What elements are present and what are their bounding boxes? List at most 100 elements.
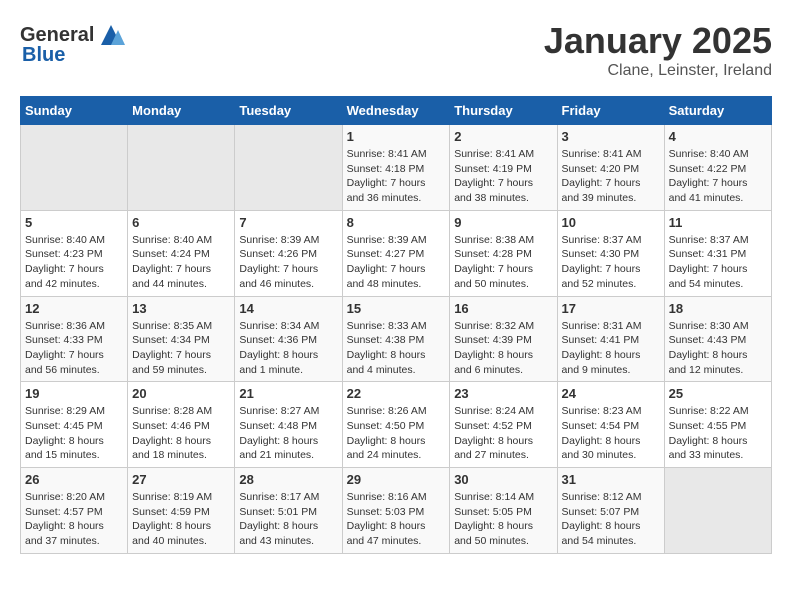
logo: General Blue [20,20,126,67]
day-info: Sunrise: 8:26 AM Sunset: 4:50 PM Dayligh… [347,404,446,463]
day-number: 10 [562,215,660,230]
day-info: Sunrise: 8:41 AM Sunset: 4:18 PM Dayligh… [347,147,446,206]
calendar-cell: 26 Sunrise: 8:20 AM Sunset: 4:57 PM Dayli… [21,468,128,554]
title-section: January 2025 Clane, Leinster, Ireland [544,20,772,80]
header-tuesday: Tuesday [235,97,342,125]
calendar-week-4: 19Sunrise: 8:29 AM Sunset: 4:45 PM Dayli… [21,382,772,468]
calendar-cell: 6 Sunrise: 8:40 AM Sunset: 4:24 PM Daylig… [128,210,235,296]
day-info: Sunrise: 8:34 AM Sunset: 4:36 PM Dayligh… [239,319,337,378]
day-info: Sunrise: 8:19 AM Sunset: 4:59 PM Dayligh… [132,490,230,549]
day-number: 14 [239,301,337,316]
day-number: 9 [454,215,552,230]
day-info: Sunrise: 8:39 AM Sunset: 4:27 PM Dayligh… [347,233,446,292]
day-number: 31 [562,472,660,487]
calendar-cell: 8 Sunrise: 8:39 AM Sunset: 4:27 PM Daylig… [342,210,450,296]
day-number: 7 [239,215,337,230]
calendar-cell: 28 Sunrise: 8:17 AM Sunset: 5:01 PM Dayli… [235,468,342,554]
calendar-cell [128,125,235,211]
day-info: Sunrise: 8:20 AM Sunset: 4:57 PM Dayligh… [25,490,123,549]
calendar-cell: 5Sunrise: 8:40 AM Sunset: 4:23 PM Daylig… [21,210,128,296]
day-info: Sunrise: 8:40 AM Sunset: 4:23 PM Dayligh… [25,233,123,292]
day-info: Sunrise: 8:40 AM Sunset: 4:22 PM Dayligh… [669,147,767,206]
day-number: 16 [454,301,552,316]
day-number: 17 [562,301,660,316]
day-number: 28 [239,472,337,487]
calendar-header-row: SundayMondayTuesdayWednesdayThursdayFrid… [21,97,772,125]
day-info: Sunrise: 8:36 AM Sunset: 4:33 PM Dayligh… [25,319,123,378]
day-number: 20 [132,386,230,401]
calendar-week-2: 5Sunrise: 8:40 AM Sunset: 4:23 PM Daylig… [21,210,772,296]
day-info: Sunrise: 8:32 AM Sunset: 4:39 PM Dayligh… [454,319,552,378]
day-info: Sunrise: 8:16 AM Sunset: 5:03 PM Dayligh… [347,490,446,549]
day-info: Sunrise: 8:37 AM Sunset: 4:30 PM Dayligh… [562,233,660,292]
header-wednesday: Wednesday [342,97,450,125]
day-info: Sunrise: 8:39 AM Sunset: 4:26 PM Dayligh… [239,233,337,292]
header-monday: Monday [128,97,235,125]
day-info: Sunrise: 8:29 AM Sunset: 4:45 PM Dayligh… [25,404,123,463]
day-number: 26 [25,472,123,487]
header-thursday: Thursday [450,97,557,125]
calendar-cell: 30Sunrise: 8:14 AM Sunset: 5:05 PM Dayli… [450,468,557,554]
day-number: 2 [454,129,552,144]
calendar-cell: 11 Sunrise: 8:37 AM Sunset: 4:31 PM Dayli… [664,210,771,296]
day-info: Sunrise: 8:41 AM Sunset: 4:19 PM Dayligh… [454,147,552,206]
calendar-cell: 16 Sunrise: 8:32 AM Sunset: 4:39 PM Dayli… [450,296,557,382]
calendar-cell: 25Sunrise: 8:22 AM Sunset: 4:55 PM Dayli… [664,382,771,468]
day-info: Sunrise: 8:38 AM Sunset: 4:28 PM Dayligh… [454,233,552,292]
day-info: Sunrise: 8:37 AM Sunset: 4:31 PM Dayligh… [669,233,767,292]
calendar-cell: 17Sunrise: 8:31 AM Sunset: 4:41 PM Dayli… [557,296,664,382]
calendar-cell [235,125,342,211]
calendar-table: SundayMondayTuesdayWednesdayThursdayFrid… [20,96,772,554]
calendar-cell: 23Sunrise: 8:24 AM Sunset: 4:52 PM Dayli… [450,382,557,468]
day-info: Sunrise: 8:28 AM Sunset: 4:46 PM Dayligh… [132,404,230,463]
day-number: 27 [132,472,230,487]
calendar-week-1: 1 Sunrise: 8:41 AM Sunset: 4:18 PM Daylig… [21,125,772,211]
calendar-cell: 31 Sunrise: 8:12 AM Sunset: 5:07 PM Dayli… [557,468,664,554]
calendar-cell: 2 Sunrise: 8:41 AM Sunset: 4:19 PM Daylig… [450,125,557,211]
calendar-week-3: 12 Sunrise: 8:36 AM Sunset: 4:33 PM Dayli… [21,296,772,382]
day-info: Sunrise: 8:14 AM Sunset: 5:05 PM Dayligh… [454,490,552,549]
day-info: Sunrise: 8:27 AM Sunset: 4:48 PM Dayligh… [239,404,337,463]
day-number: 13 [132,301,230,316]
day-number: 15 [347,301,446,316]
day-info: Sunrise: 8:33 AM Sunset: 4:38 PM Dayligh… [347,319,446,378]
calendar-cell: 3 Sunrise: 8:41 AM Sunset: 4:20 PM Daylig… [557,125,664,211]
day-number: 18 [669,301,767,316]
day-number: 21 [239,386,337,401]
day-info: Sunrise: 8:35 AM Sunset: 4:34 PM Dayligh… [132,319,230,378]
calendar-cell: 15 Sunrise: 8:33 AM Sunset: 4:38 PM Dayli… [342,296,450,382]
header-friday: Friday [557,97,664,125]
day-number: 1 [347,129,446,144]
calendar-cell [664,468,771,554]
page-header: General Blue January 2025 Clane, Leinste… [20,20,772,80]
day-number: 29 [347,472,446,487]
day-number: 6 [132,215,230,230]
month-title: January 2025 [544,20,772,62]
day-number: 11 [669,215,767,230]
header-saturday: Saturday [664,97,771,125]
calendar-cell: 1 Sunrise: 8:41 AM Sunset: 4:18 PM Daylig… [342,125,450,211]
day-number: 8 [347,215,446,230]
day-number: 12 [25,301,123,316]
day-number: 3 [562,129,660,144]
day-info: Sunrise: 8:40 AM Sunset: 4:24 PM Dayligh… [132,233,230,292]
day-number: 25 [669,386,767,401]
calendar-cell: 22 Sunrise: 8:26 AM Sunset: 4:50 PM Dayli… [342,382,450,468]
day-info: Sunrise: 8:30 AM Sunset: 4:43 PM Dayligh… [669,319,767,378]
day-number: 4 [669,129,767,144]
day-info: Sunrise: 8:12 AM Sunset: 5:07 PM Dayligh… [562,490,660,549]
day-number: 23 [454,386,552,401]
day-info: Sunrise: 8:41 AM Sunset: 4:20 PM Dayligh… [562,147,660,206]
calendar-cell: 24Sunrise: 8:23 AM Sunset: 4:54 PM Dayli… [557,382,664,468]
day-info: Sunrise: 8:17 AM Sunset: 5:01 PM Dayligh… [239,490,337,549]
day-number: 22 [347,386,446,401]
calendar-cell: 27 Sunrise: 8:19 AM Sunset: 4:59 PM Dayli… [128,468,235,554]
logo-icon [96,20,126,50]
calendar-cell: 9 Sunrise: 8:38 AM Sunset: 4:28 PM Daylig… [450,210,557,296]
calendar-cell: 4 Sunrise: 8:40 AM Sunset: 4:22 PM Daylig… [664,125,771,211]
calendar-cell: 18 Sunrise: 8:30 AM Sunset: 4:43 PM Dayli… [664,296,771,382]
calendar-cell [21,125,128,211]
day-info: Sunrise: 8:23 AM Sunset: 4:54 PM Dayligh… [562,404,660,463]
calendar-week-5: 26 Sunrise: 8:20 AM Sunset: 4:57 PM Dayli… [21,468,772,554]
calendar-cell: 10 Sunrise: 8:37 AM Sunset: 4:30 PM Dayli… [557,210,664,296]
